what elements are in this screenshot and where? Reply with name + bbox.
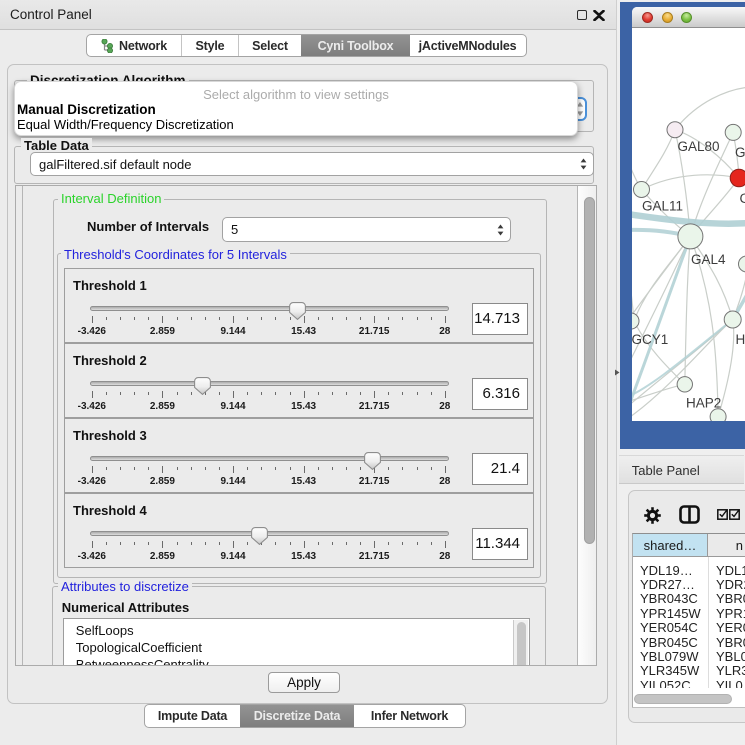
svg-text:HAP2: HAP2 xyxy=(686,396,721,411)
svg-text:GAL4: GAL4 xyxy=(691,252,726,267)
svg-text:GCY1: GCY1 xyxy=(632,332,668,347)
svg-text:CY: CY xyxy=(740,191,745,206)
svg-text:HI: HI xyxy=(736,332,745,347)
svg-text:GAL: GAL xyxy=(735,145,745,160)
svg-text:GAL80: GAL80 xyxy=(678,139,720,154)
svg-text:GAL11: GAL11 xyxy=(642,199,683,214)
